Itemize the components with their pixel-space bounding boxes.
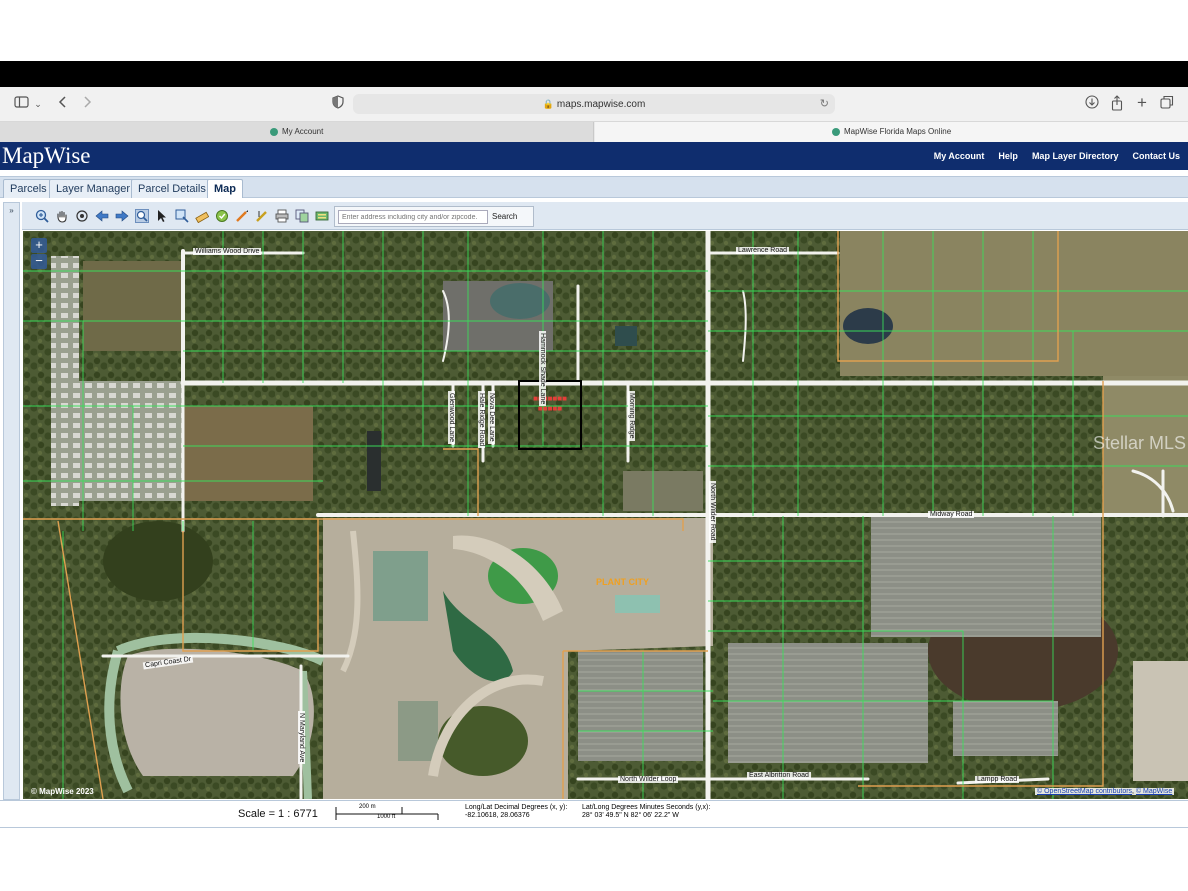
browser-tab-mapwise[interactable]: MapWise Florida Maps Online (595, 122, 1188, 142)
side-panel-toggle[interactable]: » (3, 202, 20, 800)
mapwise-logo[interactable]: MapWise (2, 142, 91, 170)
road-label-north-wilder: North Wilder Road (709, 481, 716, 543)
nav-help[interactable]: Help (998, 151, 1018, 161)
scale-bar-feet: 1000 ft (377, 814, 396, 820)
tab-parcel-details[interactable]: Parcel Details (131, 179, 213, 198)
select-icon[interactable] (155, 209, 169, 223)
address-search: Search (334, 206, 534, 227)
browser-toolbar: ⌄ 🔒 maps.mapwise.com ↻ + (0, 87, 1188, 122)
tab-map[interactable]: Map (207, 179, 243, 198)
map-status-bar: Scale = 1 : 6771 200 m 1000 ft Long/Lat … (0, 800, 1188, 828)
tab-layer-manager[interactable]: Layer Manager (49, 179, 137, 198)
measure-icon[interactable] (195, 209, 210, 224)
decimal-coords-label: Long/Lat Decimal Degrees (x, y): (465, 804, 568, 811)
sidebar-icon[interactable] (14, 95, 30, 113)
draw-icon[interactable] (235, 209, 249, 223)
forward-icon[interactable] (80, 95, 94, 113)
scale-bar-meters: 200 m (359, 804, 376, 810)
map-attribution: © OpenStreetMap contributors, © MapWise (1035, 788, 1175, 795)
road-label-nova-dee: Nova Dee Lane (488, 391, 495, 444)
road-label-lawrence: Lawrence Road (736, 247, 790, 254)
address-search-input[interactable] (338, 210, 488, 224)
prev-extent-icon[interactable] (95, 209, 109, 223)
app-tab-bar: Parcels Layer Manager Parcel Details Map (0, 176, 1188, 198)
nav-my-account[interactable]: My Account (934, 151, 985, 161)
decimal-coords-value: -82.10618, 28.06376 (465, 812, 530, 819)
mapwise-attribution-link[interactable]: © MapWise (1136, 788, 1172, 795)
osm-attribution-link[interactable]: © OpenStreetMap contributors (1037, 788, 1132, 795)
tab-parcels[interactable]: Parcels (3, 179, 54, 198)
download-icon[interactable] (1085, 95, 1099, 113)
edit-icon[interactable] (255, 209, 269, 223)
favicon-icon (270, 127, 278, 136)
search-button[interactable]: Search (492, 209, 517, 225)
window-top-bar (0, 61, 1188, 87)
road-label-n-maryland: N Maryland Ave (298, 711, 305, 765)
aerial-map[interactable]: ■■■■■■■ ■■■■■ + − Williams Wood Drive La… (23, 231, 1188, 799)
road-label-williams-wood: Williams Wood Drive (193, 248, 262, 255)
road-label-hammock-shade: Hammock Shade Lane (539, 331, 546, 407)
zoom-out-button[interactable]: − (31, 254, 47, 269)
lock-icon: 🔒 (542, 99, 554, 109)
map-imagery: ■■■■■■■ ■■■■■ (23, 231, 1188, 799)
zoom-box-icon[interactable] (175, 209, 189, 223)
clear-icon[interactable] (215, 209, 229, 223)
dms-coords-value: 28° 03' 49.5" N 82° 06' 22.2" W (582, 812, 679, 819)
url-text: maps.mapwise.com (556, 99, 646, 110)
mls-watermark: Stellar MLS (1093, 433, 1187, 453)
address-bar[interactable]: 🔒 maps.mapwise.com ↻ (353, 94, 835, 114)
tab-label: MapWise Florida Maps Online (844, 127, 952, 136)
share-icon[interactable] (1110, 95, 1124, 113)
identify-icon[interactable] (135, 209, 149, 223)
favicon-icon (832, 127, 840, 136)
road-label-lampp: Lampp Road (975, 776, 1020, 783)
reload-icon[interactable]: ↻ (820, 94, 829, 114)
road-label-hale-ridge: Hale Ridge Road (478, 391, 485, 449)
zoom-in-button[interactable]: + (31, 238, 47, 253)
road-label-morning-ridge: Morning Ridge (628, 391, 635, 441)
copy-icon[interactable] (295, 209, 309, 223)
nav-contact-us[interactable]: Contact Us (1132, 151, 1180, 161)
attribution-separator: , (1132, 788, 1134, 795)
road-label-north-wilder-loop: North Wilder Loop (618, 776, 679, 783)
map-copyright: © MapWise 2023 (31, 787, 94, 796)
zoom-in-icon[interactable] (35, 209, 49, 223)
map-toolbar: Search (22, 202, 1188, 230)
pan-icon[interactable] (55, 209, 69, 223)
scale-readout: Scale = 1 : 6771 (238, 808, 318, 820)
road-label-glenwood: Glenwood Lane (448, 391, 455, 445)
chevron-down-icon[interactable]: ⌄ (33, 95, 43, 113)
city-label: PLANT CITY (596, 577, 649, 587)
road-label-east-albritton: East Albritton Road (747, 772, 811, 779)
next-extent-icon[interactable] (115, 209, 129, 223)
new-tab-icon[interactable]: + (1135, 94, 1149, 113)
export-icon[interactable] (315, 209, 329, 223)
header-nav: My Account Help Map Layer Directory Cont… (934, 142, 1180, 170)
shield-icon[interactable] (331, 95, 345, 113)
tab-label: My Account (282, 127, 324, 136)
app-header: MapWise My Account Help Map Layer Direct… (0, 142, 1188, 170)
nav-map-layer-directory[interactable]: Map Layer Directory (1032, 151, 1119, 161)
dms-coords-label: Lat/Long Degrees Minutes Seconds (y,x): (582, 804, 711, 811)
center-icon[interactable] (75, 209, 89, 223)
browser-tab-my-account[interactable]: My Account (0, 122, 594, 142)
road-label-midway: Midway Road (928, 511, 975, 518)
browser-tab-strip: My Account MapWise Florida Maps Online (0, 122, 1188, 142)
print-icon[interactable] (275, 209, 289, 223)
tabs-icon[interactable] (1160, 95, 1174, 113)
back-icon[interactable] (56, 95, 70, 113)
